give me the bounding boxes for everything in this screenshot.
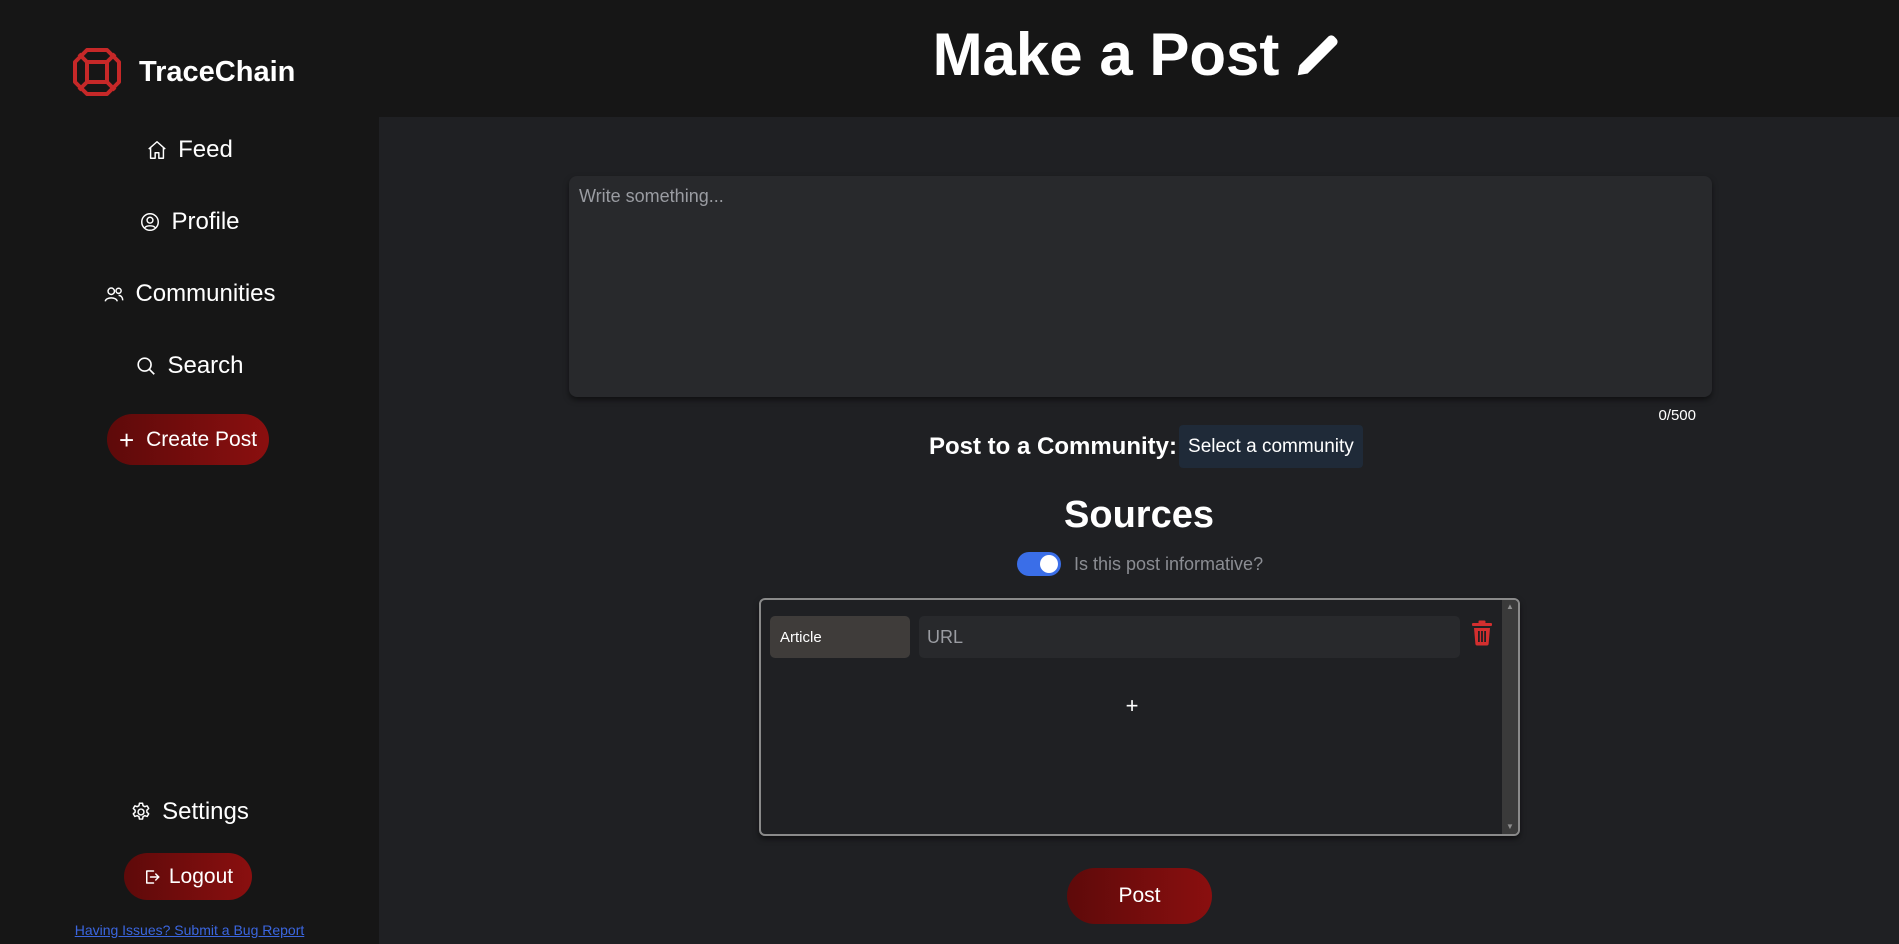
logout-button[interactable]: Logout xyxy=(124,853,252,900)
pencil-icon xyxy=(1298,34,1338,75)
trash-icon[interactable] xyxy=(1470,620,1494,646)
sidebar-item-feed[interactable]: Feed xyxy=(0,130,379,170)
page-title-text: Make a Post xyxy=(932,21,1280,88)
sources-scrollbar[interactable]: ▲ ▼ xyxy=(1502,600,1518,834)
sources-heading: Sources xyxy=(1064,494,1214,536)
tracechain-logo-icon xyxy=(73,48,121,96)
users-icon xyxy=(105,287,124,302)
informative-toggle[interactable] xyxy=(1017,552,1061,576)
logout-icon xyxy=(145,869,160,884)
community-picker: Post to a Community: Select a community xyxy=(929,425,1363,468)
sidebar-item-label: Communities xyxy=(135,280,276,307)
sidebar-item-label: Feed xyxy=(178,136,233,163)
sidebar: TraceChain Feed Profile Communities Sear… xyxy=(0,0,379,944)
character-counter: 0/500 xyxy=(1658,407,1696,424)
gear-icon xyxy=(132,802,150,820)
sidebar-item-label: Profile xyxy=(171,208,240,235)
source-url-input[interactable] xyxy=(919,616,1460,658)
home-icon xyxy=(148,141,166,159)
sources-list: Article + ▲ ▼ xyxy=(759,598,1520,836)
community-label: Post to a Community: xyxy=(929,432,1178,460)
post-text-input[interactable] xyxy=(569,176,1712,397)
add-source-button[interactable]: + xyxy=(1122,693,1142,719)
sidebar-item-label: Settings xyxy=(162,798,249,825)
create-post-label: Create Post xyxy=(146,427,258,451)
source-type-select[interactable]: Article xyxy=(770,616,910,658)
logout-label: Logout xyxy=(168,864,234,888)
community-select[interactable]: Select a community xyxy=(1179,425,1363,468)
sidebar-item-search[interactable]: Search xyxy=(0,346,379,386)
informative-toggle-label: Is this post informative? xyxy=(1074,553,1264,574)
sidebar-item-settings[interactable]: Settings xyxy=(0,792,379,832)
brand[interactable]: TraceChain xyxy=(71,46,295,98)
informative-toggle-row: Is this post informative? xyxy=(1017,551,1263,577)
page-title: Make a Post xyxy=(379,20,1899,89)
sidebar-item-label: Search xyxy=(167,352,244,379)
search-icon xyxy=(137,357,156,375)
bug-report-link[interactable]: Having Issues? Submit a Bug Report xyxy=(0,922,379,938)
page-header: Make a Post xyxy=(379,0,1899,117)
sidebar-item-profile[interactable]: Profile xyxy=(0,202,379,242)
create-post-button[interactable]: + Create Post xyxy=(107,414,269,465)
brand-name: TraceChain xyxy=(139,55,296,88)
sidebar-item-communities[interactable]: Communities xyxy=(0,274,379,314)
plus-icon: + xyxy=(118,424,135,455)
scroll-up-arrow-icon[interactable]: ▲ xyxy=(1502,600,1518,614)
scroll-down-arrow-icon[interactable]: ▼ xyxy=(1502,820,1518,834)
post-button[interactable]: Post xyxy=(1067,868,1212,924)
toggle-knob xyxy=(1040,555,1058,573)
user-circle-icon xyxy=(141,213,160,231)
